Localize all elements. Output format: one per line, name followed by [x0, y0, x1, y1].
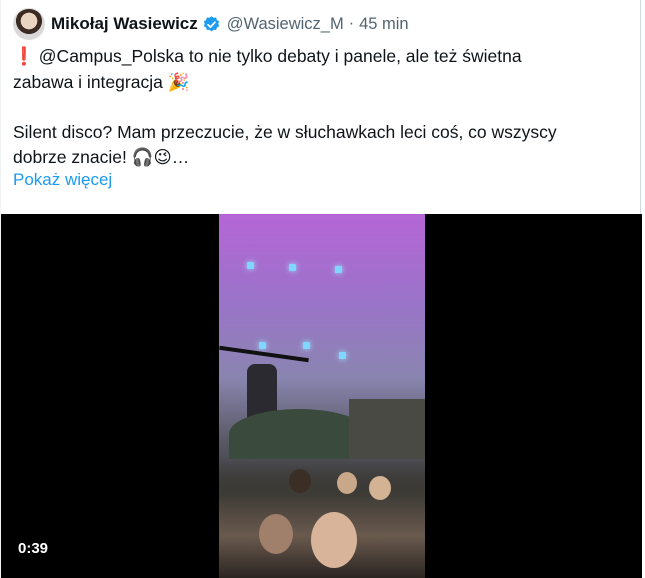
tweet-header: Mikołaj Wasiewicz @Wasiewicz_M · 45 min	[13, 8, 409, 40]
tweet-text-segment: to nie tylko debaty i panele, ale też św…	[183, 46, 522, 66]
tweet-text-line-4: dobrze znacie! 🎧😉…	[13, 147, 190, 167]
stage-light	[303, 342, 310, 349]
mention-link[interactable]: @Campus_Polska	[39, 46, 184, 66]
exclamation-icon: ❗	[13, 46, 35, 66]
tweet-text-line-2: zabawa i integracja 🎉	[13, 72, 190, 92]
timestamp[interactable]: 45 min	[359, 15, 409, 34]
tweet-text-line-3: Silent disco? Mam przeczucie, że w słuch…	[13, 122, 557, 142]
tweet-text-line-1: ❗ @Campus_Polska to nie tylko debaty i pa…	[13, 44, 522, 68]
person	[289, 469, 311, 493]
author-name[interactable]: Mikołaj Wasiewicz	[51, 14, 198, 34]
tent-canopy	[229, 409, 369, 459]
author-handle[interactable]: @Wasiewicz_M	[227, 15, 344, 34]
video-frame	[219, 214, 425, 578]
stage-light	[289, 264, 296, 271]
stage-light	[335, 266, 342, 273]
avatar[interactable]	[13, 8, 45, 40]
stage-light	[259, 342, 266, 349]
stage-light	[247, 262, 254, 269]
person	[337, 472, 357, 494]
show-more-link[interactable]: Pokaż więcej	[13, 170, 112, 190]
tweet-card[interactable]: Mikołaj Wasiewicz @Wasiewicz_M · 45 min …	[0, 0, 642, 578]
video-player[interactable]: 0:39	[1, 214, 642, 578]
tent-canopy	[349, 399, 425, 459]
stage-light	[339, 352, 346, 359]
person	[369, 476, 391, 500]
separator-dot: ·	[348, 15, 355, 32]
video-duration: 0:39	[18, 540, 49, 557]
person	[311, 512, 357, 568]
verified-badge-icon	[203, 15, 219, 31]
person	[259, 514, 293, 554]
